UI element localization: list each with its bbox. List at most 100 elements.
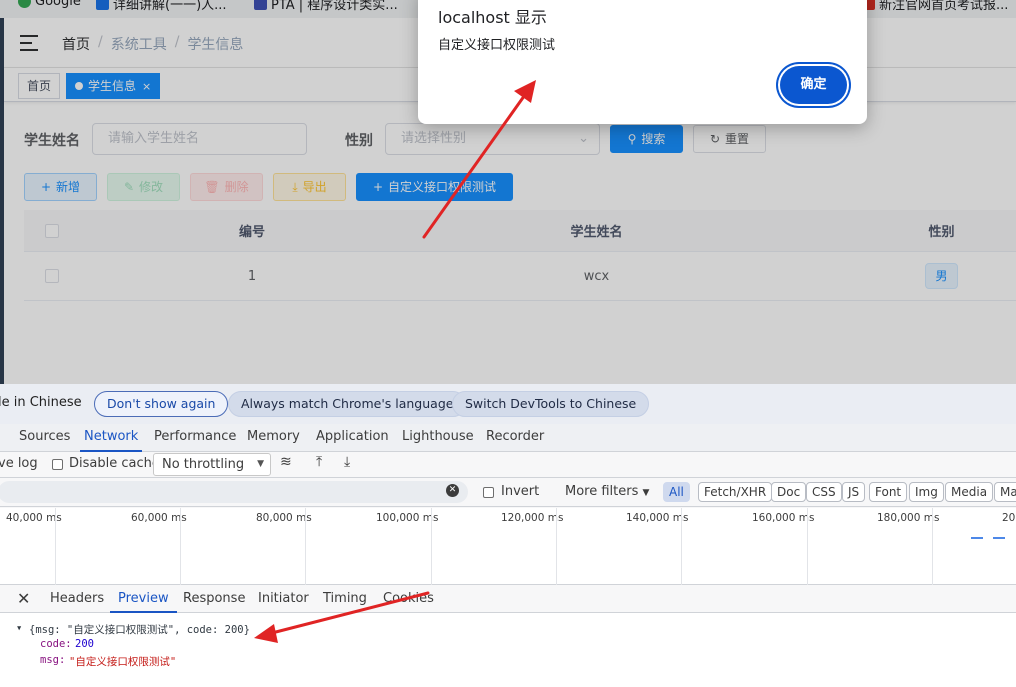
- expand-triangle-icon[interactable]: ▾: [16, 622, 22, 634]
- invert-label[interactable]: Invert: [501, 484, 539, 499]
- dont-show-again-button[interactable]: Don't show again: [94, 391, 229, 417]
- timeline-tick: 60,000 ms: [131, 512, 187, 524]
- tab-preview[interactable]: Preview: [110, 591, 177, 613]
- switch-devtools-chinese-button[interactable]: Switch DevTools to Chinese: [452, 391, 650, 417]
- breadcrumb-home[interactable]: 首页: [62, 34, 90, 54]
- tab-initiator[interactable]: Initiator: [258, 591, 309, 606]
- tab-headers[interactable]: Headers: [50, 591, 104, 606]
- tab-application[interactable]: Application: [316, 429, 389, 444]
- filter-chip-manifest[interactable]: Ma: [994, 482, 1016, 502]
- export-button[interactable]: ⤓ 导出: [273, 173, 346, 201]
- close-icon[interactable]: ×: [142, 80, 151, 93]
- gender-label: 性别: [345, 133, 373, 149]
- language-infobar: le in Chinese Don't show again Always ma…: [0, 384, 1016, 424]
- filter-chip-font[interactable]: Font: [869, 482, 908, 502]
- json-key-msg: msg:: [40, 654, 66, 666]
- bookmark-icon: [96, 0, 109, 10]
- student-name-label: 学生姓名: [24, 133, 80, 149]
- json-key-code: code:: [40, 638, 72, 650]
- filter-chip-js[interactable]: JS: [842, 482, 866, 502]
- breadcrumb: 首页 / 系统工具 / 学生信息: [62, 34, 244, 54]
- tab-response[interactable]: Response: [183, 591, 245, 606]
- bookmark-item[interactable]: 详细讲解(一一)人...: [96, 0, 227, 13]
- trash-icon: 🗑: [204, 180, 220, 194]
- column-id: 编号: [238, 225, 265, 240]
- bookmark-google[interactable]: Google: [18, 0, 81, 9]
- edit-icon: ✎: [123, 180, 135, 194]
- tab-sources[interactable]: Sources: [19, 429, 70, 444]
- row-checkbox[interactable]: [45, 269, 59, 283]
- devtools-tabs: Sources Network Performance Memory Appli…: [0, 424, 1016, 452]
- alert-dialog: localhost 显示 自定义接口权限测试 确定: [418, 0, 867, 124]
- search-button[interactable]: ⚲ 搜索: [610, 125, 683, 153]
- filter-chip-all[interactable]: All: [663, 482, 690, 502]
- table-header: 编号 学生姓名 性别: [24, 210, 1016, 252]
- hamburger-icon[interactable]: [20, 35, 38, 51]
- devtools-panel: le in Chinese Don't show again Always ma…: [0, 384, 1016, 687]
- table-row[interactable]: 1 wcx 男: [24, 252, 1016, 301]
- tab-performance[interactable]: Performance: [154, 429, 236, 444]
- filter-chip-doc[interactable]: Doc: [771, 482, 807, 502]
- timeline-tick: 160,000 ms: [752, 512, 815, 524]
- gender-tag: 男: [925, 263, 958, 289]
- throttling-select[interactable]: No throttling ▼: [153, 453, 271, 476]
- column-gender: 性别: [928, 225, 955, 240]
- timeline-tick: 20: [1002, 512, 1016, 524]
- student-name-input[interactable]: 请输入学生姓名: [92, 123, 307, 155]
- timeline-tick: 80,000 ms: [256, 512, 312, 524]
- search-icon: ⚲: [627, 132, 637, 146]
- detail-tabs: ✕ Headers Preview Response Initiator Tim…: [0, 585, 1016, 613]
- network-conditions-icon[interactable]: ≋: [280, 454, 292, 470]
- custom-permission-test-button[interactable]: + 自定义接口权限测试: [356, 173, 513, 201]
- json-value-code: 200: [75, 638, 94, 650]
- json-value-msg: "自定义接口权限测试": [69, 656, 177, 668]
- close-icon[interactable]: ✕: [17, 589, 30, 608]
- timeline-tick: 140,000 ms: [626, 512, 689, 524]
- select-all-checkbox[interactable]: [45, 223, 59, 238]
- gender-select[interactable]: 请选择性别 ⌄: [385, 123, 600, 155]
- tag-student-info[interactable]: 学生信息 ×: [66, 73, 161, 99]
- edit-button[interactable]: ✎ 修改: [107, 173, 180, 201]
- tab-memory[interactable]: Memory: [247, 429, 300, 444]
- tab-lighthouse[interactable]: Lighthouse: [402, 429, 474, 444]
- tab-cookies[interactable]: Cookies: [383, 591, 434, 606]
- active-dot-icon: [75, 82, 83, 90]
- bookmark-icon: [254, 0, 267, 10]
- filter-chip-fetch-xhr[interactable]: Fetch/XHR: [698, 482, 773, 502]
- request-bar: [971, 537, 983, 539]
- tab-recorder[interactable]: Recorder: [486, 429, 544, 444]
- dialog-message: 自定义接口权限测试: [438, 38, 556, 53]
- cell-student-name: wcx: [583, 268, 610, 284]
- upload-icon[interactable]: ⤒: [316, 454, 322, 470]
- disable-cache-checkbox[interactable]: [52, 459, 63, 470]
- dropdown-arrow-icon: ▼: [642, 488, 650, 498]
- delete-button[interactable]: 🗑 删除: [190, 173, 263, 201]
- plus-icon: +: [40, 180, 52, 194]
- bookmark-item[interactable]: 新注官网首页考试报...: [862, 0, 1008, 13]
- ok-button[interactable]: 确定: [780, 66, 847, 104]
- tab-timing[interactable]: Timing: [323, 591, 367, 606]
- add-button[interactable]: + 新增: [24, 173, 97, 201]
- bookmark-item[interactable]: PTA | 程序设计类实...: [254, 0, 398, 13]
- preview-summary[interactable]: {msg: "自定义接口权限测试", code: 200}: [29, 622, 250, 637]
- clear-icon[interactable]: ✕: [446, 484, 459, 497]
- preserve-log-label[interactable]: ve log: [0, 456, 38, 471]
- always-match-language-button[interactable]: Always match Chrome's language: [228, 391, 467, 417]
- request-bar: [993, 537, 1005, 539]
- filter-input[interactable]: [0, 481, 468, 503]
- network-toolbar: ve log Disable cache No throttling ▼ ≋ ⤒ …: [0, 452, 1016, 478]
- download-icon[interactable]: ⤓: [344, 454, 350, 470]
- tag-home[interactable]: 首页: [18, 73, 61, 99]
- reset-button[interactable]: ↻ 重置: [693, 125, 766, 153]
- filter-chip-media[interactable]: Media: [945, 482, 994, 502]
- disable-cache-label[interactable]: Disable cache: [69, 456, 160, 471]
- more-filters-button[interactable]: More filters ▼: [565, 484, 649, 499]
- chevron-down-icon: ⌄: [578, 131, 589, 146]
- filter-chip-css[interactable]: CSS: [806, 482, 842, 502]
- filter-chip-img[interactable]: Img: [909, 482, 944, 502]
- tab-network[interactable]: Network: [79, 429, 143, 452]
- dialog-title: localhost 显示: [438, 8, 547, 27]
- cell-id: 1: [247, 268, 257, 284]
- invert-checkbox[interactable]: [483, 487, 494, 498]
- google-icon: [18, 0, 31, 8]
